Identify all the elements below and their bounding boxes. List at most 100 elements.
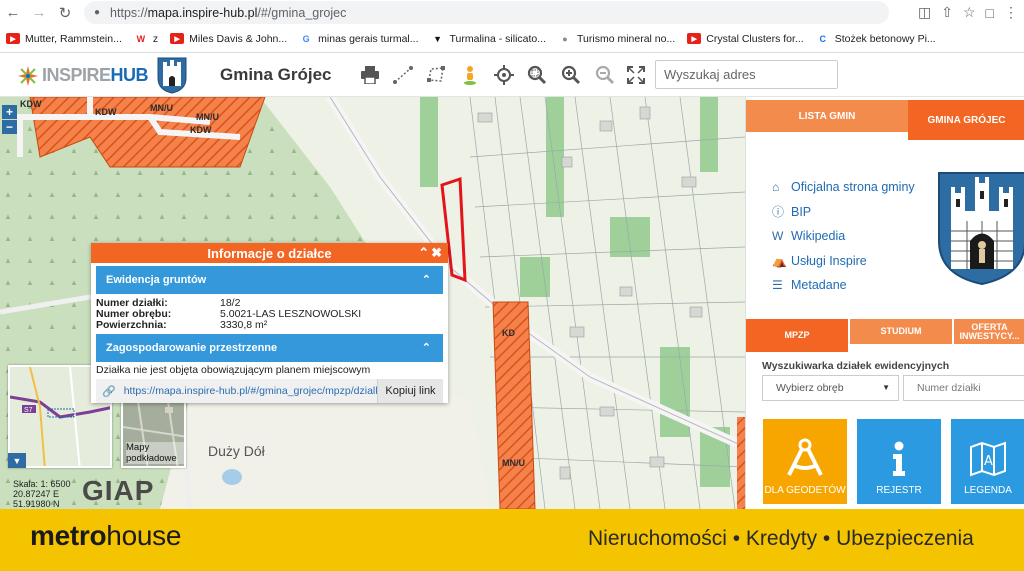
app-title: Gmina Grójec [220,65,332,84]
svg-text:A: A [984,454,993,469]
back-icon[interactable]: ← [0,0,26,25]
measure-area-icon[interactable] [424,63,448,87]
tile-rejestr[interactable]: REJESTR [857,419,941,504]
tab-lista-gmin[interactable]: LISTA GMIN [746,100,908,132]
wp-icon: W [136,33,146,44]
gmina-link[interactable]: ☰ Metadane [772,273,915,298]
gmina-link[interactable]: ⛺ Usługi Inspire [772,249,915,274]
inspirehub-logo-icon [18,65,38,86]
locate-icon[interactable] [492,63,516,87]
bookmark-item[interactable]: ▼ Turmalina - silicato... [431,33,546,45]
bookmark-item[interactable]: ▶ Miles Davis & John... [170,33,287,45]
url-field[interactable]: ● https://mapa.inspire-hub.pl/#/gmina_gr… [84,1,889,24]
gmina-link[interactable]: W Wikipedia [772,224,915,249]
map-label: MN/U [502,458,525,468]
map-label: MN/U [150,103,173,113]
app-toolbar: INSPIREHUB Gmina Grójec [0,53,1024,97]
minimize-icon[interactable]: ⌃ [418,245,429,261]
parcel-link[interactable]: https://mapa.inspire-hub.pl/#/gmina_groj… [124,385,389,397]
lat-text: 51.91980 N [13,499,60,509]
browser-actions: ◫ ⇧ ☆ □ ⋮ [918,0,1018,25]
metrohouse-banner: metrohouse Nieruchomości • Kredyty • Ube… [0,509,1024,571]
share-icon[interactable]: ⇧ [941,4,953,21]
svg-text:S7: S7 [24,407,33,414]
fullscreen-icon[interactable] [624,63,648,87]
gmina-link[interactable]: ⓘ BIP [772,200,915,225]
share-link-row: 🔗 https://mapa.inspire-hub.pl/#/gmina_gr… [96,379,443,403]
section-zagospodarowanie[interactable]: Zagospodarowanie przestrzenne ⌃ [96,334,443,362]
lock-icon: ● [94,7,101,18]
bookmark-item[interactable]: C Stożek betonowy Pi... [816,33,935,45]
section-ewidencja[interactable]: Ewidencja gruntów ⌃ [96,266,443,294]
lon-text: 20.87247 E [13,489,60,499]
bookmark-item[interactable]: Wz [134,33,159,45]
map-label: KDW [190,125,212,135]
copy-link-button[interactable]: Kopiuj link [377,379,443,403]
zoom-in-button[interactable]: + [2,105,17,119]
bookmark-item[interactable]: Gminas gerais turmal... [299,33,419,45]
youtube-icon: ▶ [170,33,185,44]
zoom-out-icon[interactable] [593,63,617,87]
obreb-select[interactable]: Wybierz obręb ▼ [762,375,899,401]
street-view-icon[interactable] [458,63,482,87]
zoom-in-icon[interactable] [559,63,583,87]
gmina-links: ⌂ Oficjalna strona gminy ⓘ BIP W Wikipedia ⛺ Us… [772,175,915,298]
institution-icon: ⛺ [772,253,787,268]
bookmark-item[interactable]: ▶ Crystal Clusters for... [687,33,804,45]
measure-line-icon[interactable] [391,63,415,87]
tile-dla-geodetow[interactable]: DLA GEODETÓW [763,419,847,504]
reload-icon[interactable]: ↻ [52,0,78,25]
chevron-up-icon: ⌃ [421,342,431,354]
gmina-link[interactable]: ⌂ Oficjalna strona gminy [772,175,915,200]
link-icon: 🔗 [102,385,116,398]
menu-icon[interactable]: ⋮ [1004,4,1018,21]
bookmark-item[interactable]: ● Turismo mineral no... [558,33,675,45]
detail-key: Powierzchnia: [96,319,167,331]
compass-icon [787,438,823,476]
grojec-crest-icon [938,172,1024,285]
map-label: KD [502,328,515,338]
close-icon[interactable]: ✖ [431,245,442,261]
chevron-up-icon: ⌃ [421,274,431,286]
info-icon: ⓘ [772,205,785,220]
bookmarks-bar: ▶ Mutter, Rammstein... Wz ▶ Miles Davis & Jo… [0,25,1024,53]
map-label: KDW [20,99,42,109]
youtube-icon: ▶ [687,33,702,44]
forward-icon[interactable]: → [26,0,52,25]
tab-studium[interactable]: STUDIUM [850,319,952,344]
parcel-info-popup: Informacje o działce ⌃ ✖ Ewidencja grunt… [91,243,448,403]
scale-info: Skala: 1: 6500 20.87247 E 51.91980 N [13,479,71,509]
zoom-area-icon[interactable] [525,63,549,87]
zoom-out-button[interactable]: − [2,120,17,134]
tab-oferta[interactable]: OFERTA INWESTYCY... [954,319,1024,344]
star-icon[interactable]: ☆ [963,4,976,21]
tile-legenda[interactable]: A LEGENDA [951,419,1024,504]
metrohouse-logo: metrohouse [30,520,182,551]
plan-note: Działka nie jest objęta obowiązującym pl… [96,364,371,376]
zoom-controls: + − [2,105,17,135]
map-canvas[interactable]: ▲ [0,97,745,509]
banner-slogan: Nieruchomości • Kredyty • Ubezpieczenia [588,527,974,550]
chevron-down-icon[interactable]: ▼ [8,453,26,468]
browser-address-bar: ← → ↻ ● https://mapa.inspire-hub.pl/#/gm… [0,0,1024,25]
giap-logo: GIAP [82,475,155,506]
caret-down-icon: ▼ [882,383,890,392]
tab-gmina-grojec[interactable]: GMINA GRÓJEC [908,100,1024,140]
home-icon: ⌂ [772,180,780,195]
print-icon[interactable] [358,63,382,87]
inspirehub-logo[interactable]: INSPIREHUB [18,65,149,86]
bookmark-item[interactable]: ▶ Mutter, Rammstein... [6,33,122,45]
place-label: Duży Dół [208,443,265,459]
wikipedia-icon: W [772,229,784,244]
tab-mpzp[interactable]: MPZP [746,319,848,352]
translate-icon[interactable]: ◫ [918,4,931,21]
popup-title: Informacje o działce [207,245,332,261]
wolf-icon: ▼ [433,33,442,44]
globe-icon: ● [562,33,568,44]
map-label: MN/U [196,112,219,122]
detail-row: Powierzchnia: 3330,8 m² [91,320,448,331]
database-icon: ☰ [772,278,783,293]
parcel-number-input[interactable] [903,375,1024,401]
sidepanel-icon[interactable]: □ [986,5,994,21]
address-search-input[interactable] [655,60,838,89]
